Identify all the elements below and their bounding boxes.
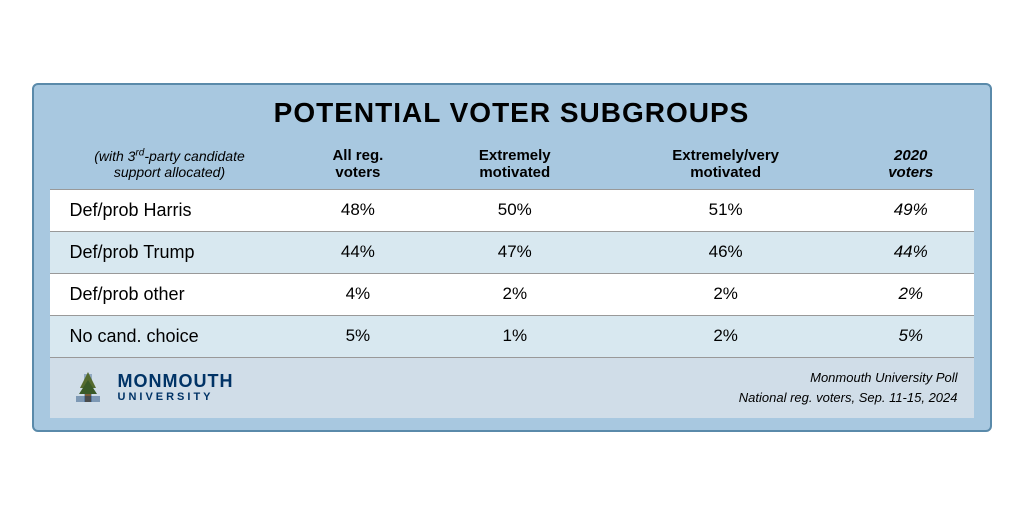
- row-label-trump: Def/prob Trump: [50, 231, 290, 273]
- header-subtitle: (with 3rd-party candidatesupport allocat…: [50, 139, 290, 190]
- logo-text: MONMOUTH UNIVERSITY: [118, 372, 234, 404]
- table-row: Def/prob Harris 48% 50% 51% 49%: [50, 189, 974, 231]
- logo-monmouth: MONMOUTH: [118, 372, 234, 392]
- harris-all-reg: 48%: [290, 189, 427, 231]
- logo-container: MONMOUTH UNIVERSITY: [66, 366, 411, 410]
- footer-logo: MONMOUTH UNIVERSITY: [50, 357, 427, 418]
- row-label-other: Def/prob other: [50, 273, 290, 315]
- nocand-2020: 5%: [848, 315, 974, 357]
- header-col1: All reg.voters: [290, 139, 427, 190]
- header-row: (with 3rd-party candidatesupport allocat…: [50, 139, 974, 190]
- poll-line2: National reg. voters, Sep. 11-15, 2024: [739, 390, 958, 405]
- harris-2020: 49%: [848, 189, 974, 231]
- trump-extremely: 47%: [426, 231, 603, 273]
- table-row: No cand. choice 5% 1% 2% 5%: [50, 315, 974, 357]
- trump-all-reg: 44%: [290, 231, 427, 273]
- card-title: POTENTIAL VOTER SUBGROUPS: [50, 97, 974, 129]
- trump-ext-very: 46%: [603, 231, 848, 273]
- footer-poll-info: Monmouth University Poll National reg. v…: [426, 357, 973, 418]
- trump-2020: 44%: [848, 231, 974, 273]
- other-ext-very: 2%: [603, 273, 848, 315]
- nocand-extremely: 1%: [426, 315, 603, 357]
- nocand-all-reg: 5%: [290, 315, 427, 357]
- header-col3: Extremely/verymotivated: [603, 139, 848, 190]
- card: POTENTIAL VOTER SUBGROUPS (with 3rd-part…: [32, 83, 992, 432]
- table-row: Def/prob Trump 44% 47% 46% 44%: [50, 231, 974, 273]
- header-col2: Extremelymotivated: [426, 139, 603, 190]
- subtitle-text: (with 3rd-party candidatesupport allocat…: [94, 148, 245, 180]
- other-all-reg: 4%: [290, 273, 427, 315]
- other-extremely: 2%: [426, 273, 603, 315]
- poll-line1: Monmouth University Poll: [810, 370, 957, 385]
- table-row: Def/prob other 4% 2% 2% 2%: [50, 273, 974, 315]
- logo-university: UNIVERSITY: [118, 391, 234, 403]
- main-table: (with 3rd-party candidatesupport allocat…: [50, 139, 974, 418]
- row-label-harris: Def/prob Harris: [50, 189, 290, 231]
- header-col4: 2020voters: [848, 139, 974, 190]
- harris-extremely: 50%: [426, 189, 603, 231]
- footer-row: MONMOUTH UNIVERSITY Monmouth University …: [50, 357, 974, 418]
- row-label-nocand: No cand. choice: [50, 315, 290, 357]
- harris-ext-very: 51%: [603, 189, 848, 231]
- other-2020: 2%: [848, 273, 974, 315]
- nocand-ext-very: 2%: [603, 315, 848, 357]
- monmouth-logo-icon: [66, 366, 110, 410]
